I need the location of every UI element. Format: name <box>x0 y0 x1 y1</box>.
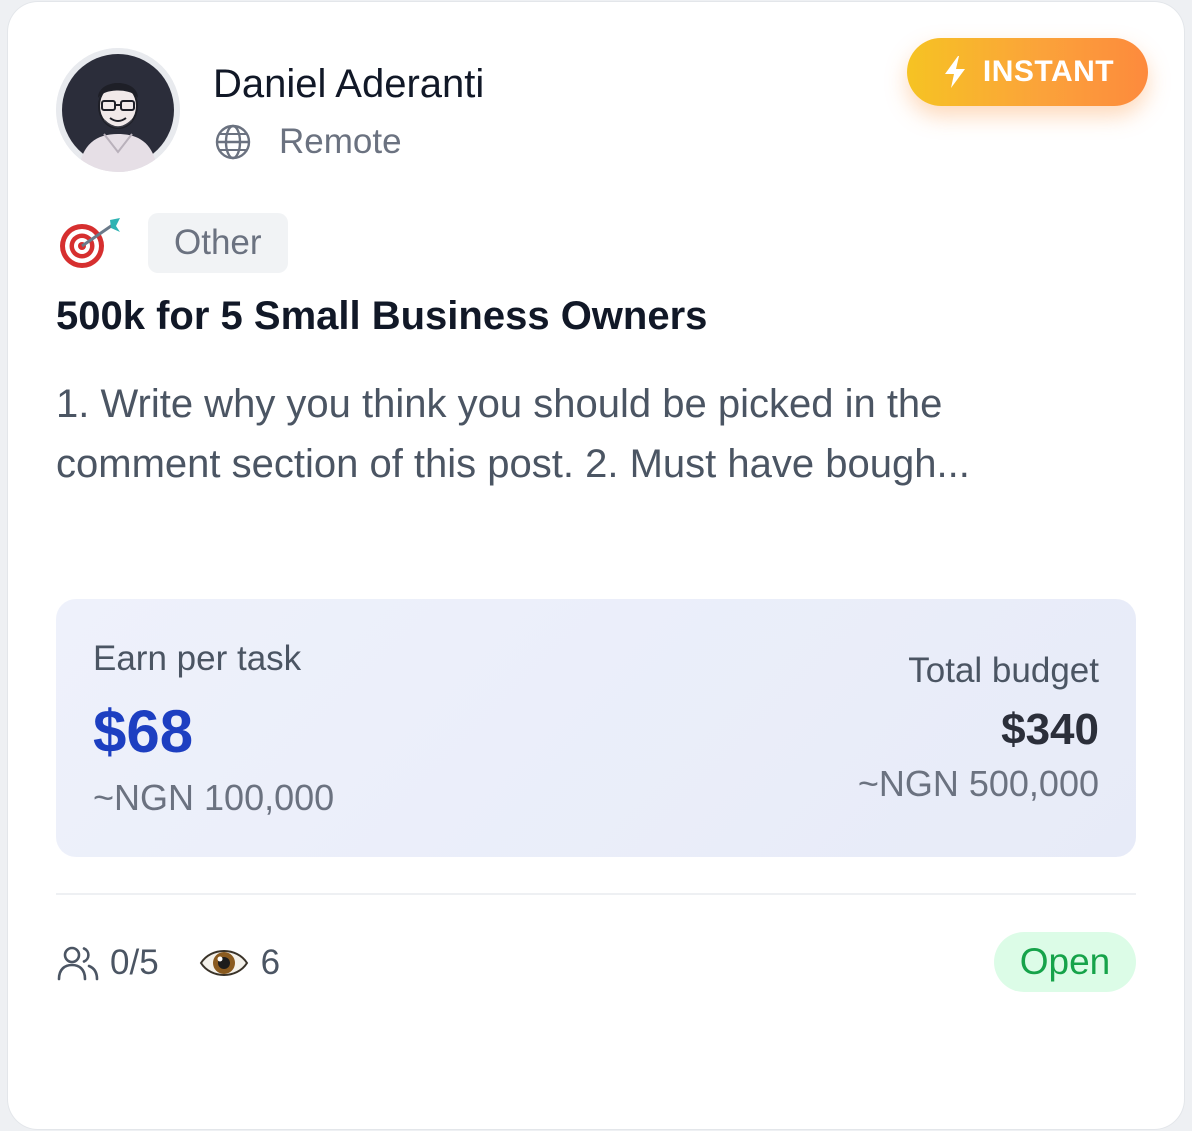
total-budget-local: ~NGN 500,000 <box>857 763 1099 804</box>
globe-icon <box>215 124 251 160</box>
earn-per-task-label: Earn per task <box>93 639 302 678</box>
users-icon <box>57 946 99 981</box>
category-chip[interactable]: Other <box>148 213 288 273</box>
avatar-illustration-icon <box>56 48 180 172</box>
earn-per-task-local: ~NGN 100,000 <box>93 777 335 818</box>
earn-per-task-amount: $68 <box>93 698 194 765</box>
author-name[interactable]: Daniel Aderanti <box>213 62 484 107</box>
total-budget-label: Total budget <box>908 651 1099 690</box>
instant-badge-label: INSTANT <box>982 55 1115 88</box>
lightning-bolt-icon <box>944 56 965 88</box>
task-title[interactable]: 500k for 5 Small Business Owners <box>56 294 707 339</box>
earnings-panel: Earn per task $68 ~NGN 100,000 Total bud… <box>56 599 1136 857</box>
instant-badge[interactable]: INSTANT <box>907 38 1148 106</box>
author-location: Remote <box>213 118 402 166</box>
location-label: Remote <box>279 122 402 161</box>
task-card[interactable]: Daniel Aderanti Remote INSTANT Other 500… <box>8 2 1184 1129</box>
total-budget-amount: $340 <box>1001 705 1099 754</box>
eye-icon <box>199 950 248 976</box>
category-row: Other <box>56 212 288 274</box>
divider <box>56 893 1136 895</box>
status-badge: Open <box>994 932 1136 992</box>
author-avatar[interactable] <box>56 48 180 172</box>
task-description: 1. Write why you think you should be pic… <box>56 382 970 486</box>
footer-stats: 0/5 6 <box>56 938 280 988</box>
target-dart-icon <box>60 218 120 268</box>
participants-count: 0/5 <box>110 943 159 982</box>
views-count: 6 <box>260 943 281 982</box>
